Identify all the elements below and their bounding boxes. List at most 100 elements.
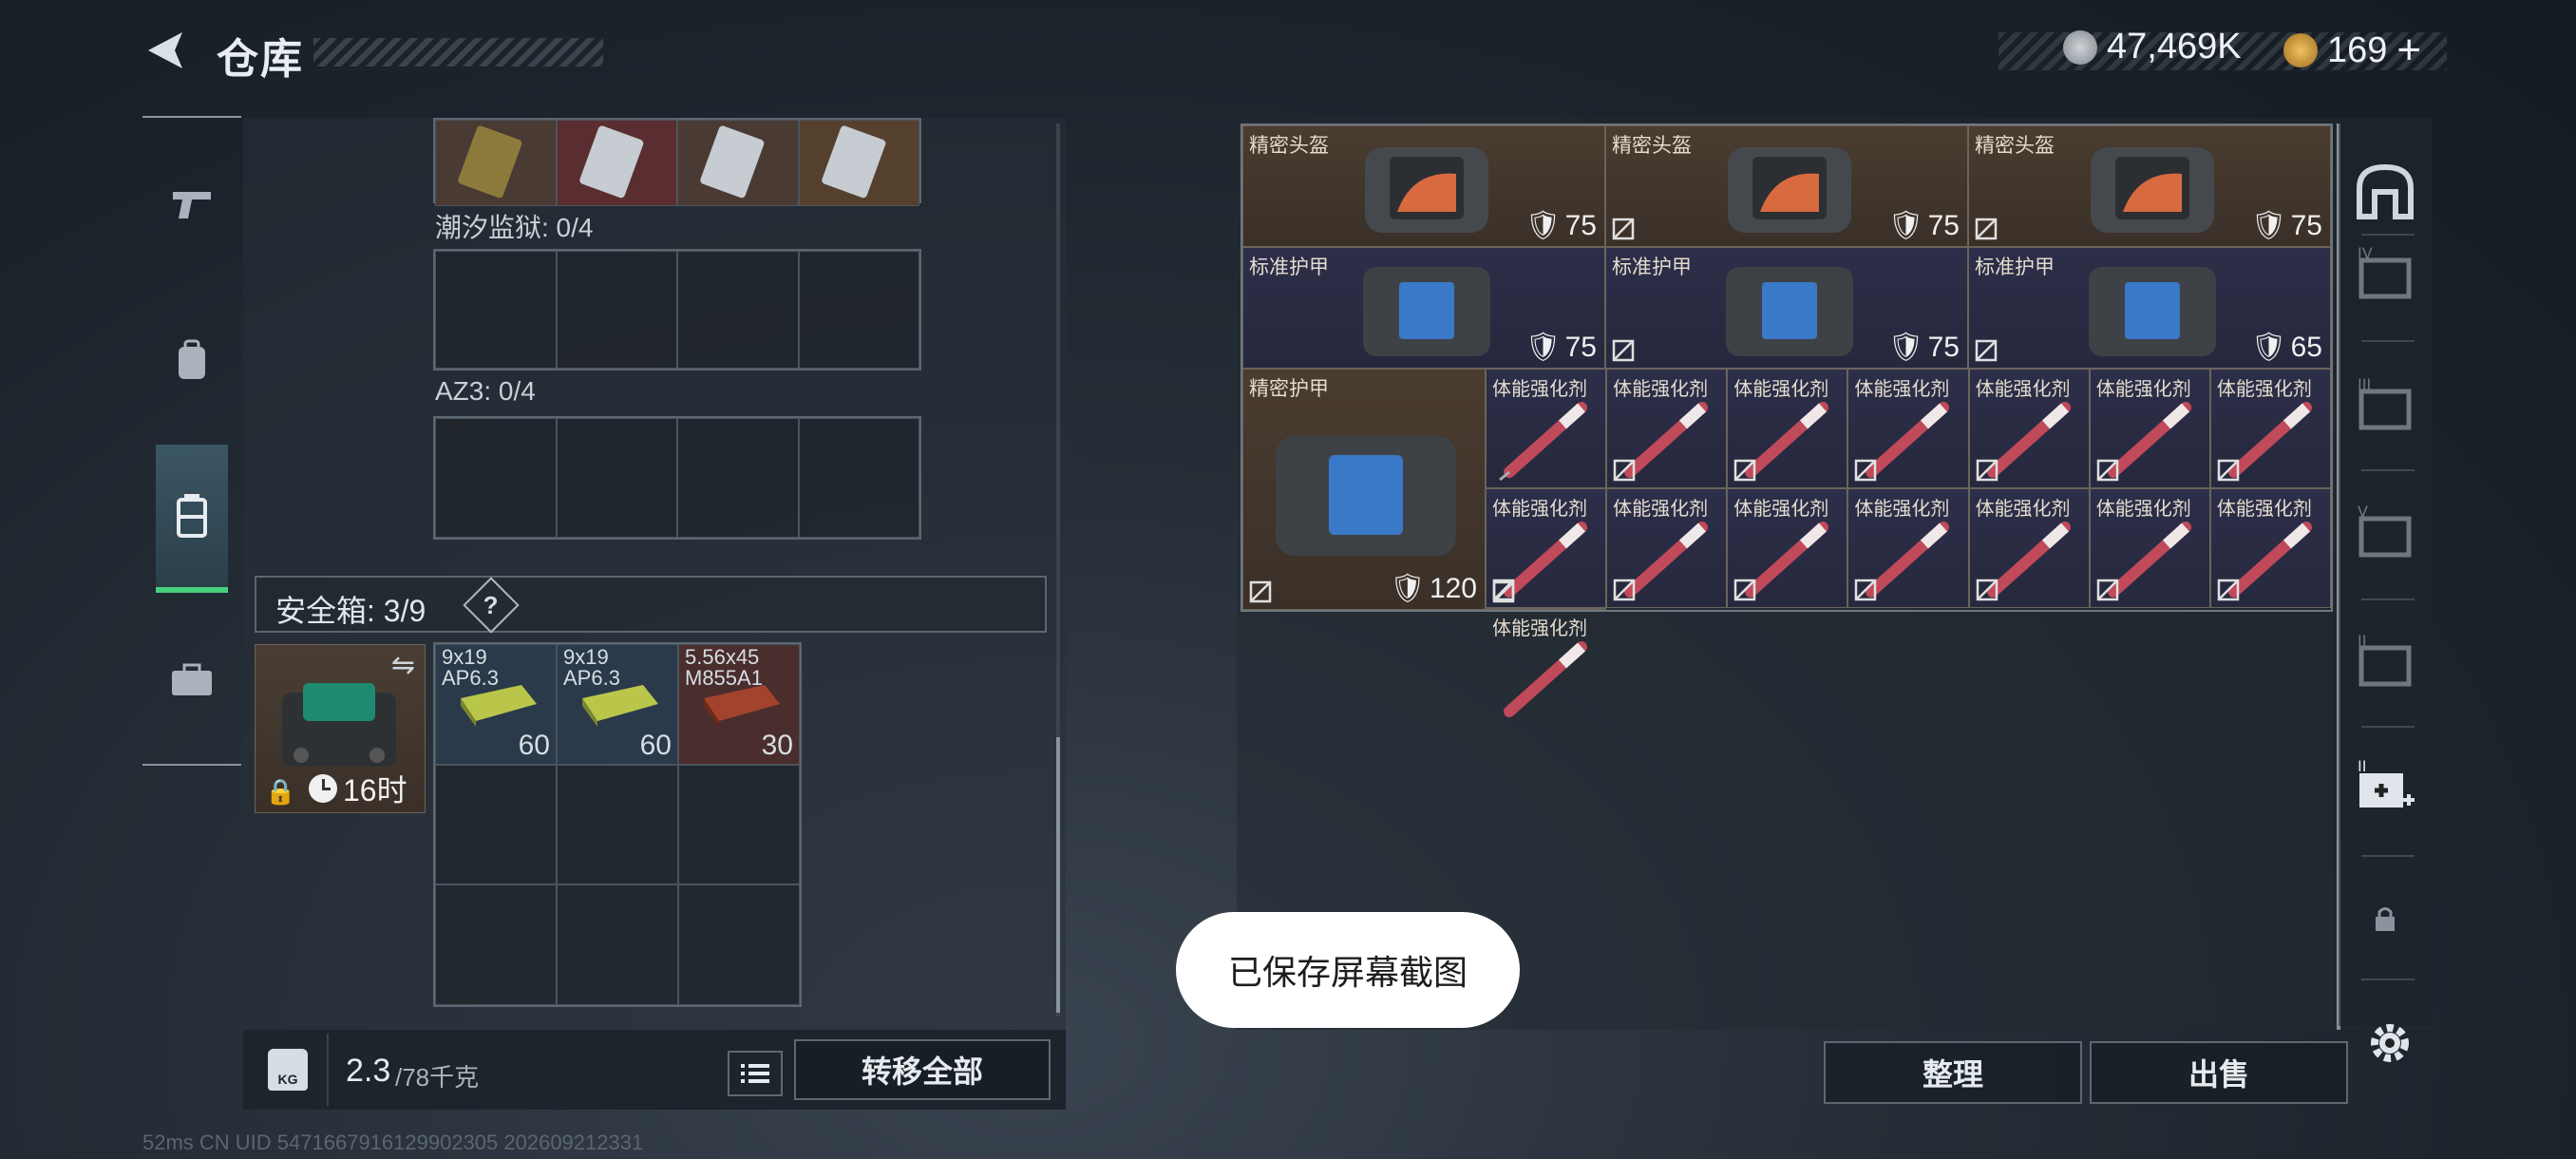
empty-slot[interactable] bbox=[677, 251, 799, 369]
injector-item[interactable]: 体能强化剂 bbox=[2089, 488, 2210, 608]
no-insurance-icon bbox=[1612, 218, 1635, 240]
injector-item[interactable]: 体能强化剂 bbox=[1486, 580, 1607, 717]
nav-toolbox[interactable] bbox=[142, 614, 241, 747]
key-card-item[interactable] bbox=[435, 120, 557, 206]
armor-item[interactable]: 标准护甲 🛡 65 bbox=[1968, 247, 2331, 369]
injector-item[interactable]: 体能强化剂 bbox=[1486, 369, 1607, 488]
injector-item[interactable]: 体能强化剂 bbox=[1968, 369, 2090, 488]
ammo-item[interactable]: 9x19 AP6.3 60 bbox=[557, 644, 678, 765]
storage-case-icon bbox=[177, 494, 207, 538]
divider bbox=[2361, 855, 2415, 857]
help-icon[interactable]: ? bbox=[463, 577, 520, 634]
no-insurance-icon bbox=[1976, 459, 1998, 482]
swap-icon[interactable]: ⇋ bbox=[391, 649, 415, 682]
helmet-item[interactable]: 精密头盔 🛡 75 bbox=[1968, 125, 2331, 247]
body-armor-icon bbox=[1276, 436, 1456, 556]
injector-item[interactable]: 体能强化剂 bbox=[2209, 369, 2331, 488]
scrollbar-thumb[interactable] bbox=[1056, 737, 1060, 1013]
injector-item[interactable]: 体能强化剂 bbox=[1606, 369, 1728, 488]
status-info: 52ms CN UID 5471667916129902305 20260921… bbox=[142, 1130, 644, 1154]
no-insurance-icon bbox=[1975, 218, 1998, 240]
empty-slot[interactable] bbox=[798, 418, 919, 538]
svg-text:IV: IV bbox=[2358, 244, 2373, 262]
syringe-icon bbox=[1499, 402, 1587, 482]
armor-item[interactable]: 标准护甲 🛡 75 bbox=[1242, 247, 1605, 369]
empty-slot[interactable] bbox=[556, 418, 677, 538]
silver-currency: 47,469K bbox=[2063, 27, 2242, 67]
injector-item[interactable]: 体能强化剂 bbox=[1847, 369, 1969, 488]
empty-slot[interactable] bbox=[435, 251, 557, 369]
add-gold-icon[interactable]: + bbox=[2396, 27, 2421, 74]
divider bbox=[2361, 726, 2415, 728]
ammo-box-icon bbox=[461, 685, 537, 727]
divider bbox=[2361, 234, 2415, 236]
key-card-item[interactable] bbox=[677, 120, 799, 206]
stash-home-icon[interactable] bbox=[2354, 160, 2416, 222]
divider bbox=[2361, 469, 2415, 471]
list-view-button[interactable] bbox=[728, 1051, 783, 1096]
empty-slot[interactable] bbox=[798, 251, 919, 369]
armor-item[interactable]: 标准护甲 🛡 75 bbox=[1605, 247, 1968, 369]
empty-slot[interactable] bbox=[557, 764, 678, 885]
backpack-icon bbox=[179, 339, 205, 379]
injector-grid: 体能强化剂 体能强化剂 体能强化剂 体能强化剂 体能强化剂 体能强化剂 体能强化… bbox=[1486, 369, 2331, 717]
no-insurance-icon bbox=[2217, 459, 2240, 482]
helmet-item[interactable]: 精密头盔 🛡 75 bbox=[1242, 125, 1605, 247]
empty-slot[interactable] bbox=[435, 418, 557, 538]
injector-item[interactable]: 体能强化剂 bbox=[1727, 369, 1848, 488]
injector-item[interactable]: 体能强化剂 bbox=[1606, 488, 1728, 608]
injector-item[interactable]: 体能强化剂 bbox=[1968, 488, 2090, 608]
sell-button[interactable]: 出售 bbox=[2090, 1041, 2348, 1104]
no-insurance-icon bbox=[1492, 580, 1515, 603]
stash-page-4-icon[interactable]: IV bbox=[2354, 243, 2416, 306]
add-stash-page-icon[interactable]: II bbox=[2354, 756, 2416, 819]
injector-item[interactable]: 体能强化剂 bbox=[1727, 488, 1848, 608]
empty-slot[interactable] bbox=[435, 884, 557, 1005]
stash-page-2-icon[interactable]: II bbox=[2354, 631, 2416, 694]
empty-slot[interactable] bbox=[678, 884, 800, 1005]
gold-coin-icon bbox=[2283, 33, 2318, 67]
key-card-item[interactable] bbox=[556, 120, 677, 206]
nav-storage-case[interactable] bbox=[156, 445, 228, 593]
empty-slot[interactable] bbox=[678, 764, 800, 885]
page-title: 仓库 bbox=[217, 36, 304, 83]
weight-max: /78千克 bbox=[395, 1063, 480, 1092]
transfer-all-button[interactable]: 转移全部 bbox=[794, 1039, 1051, 1100]
svg-text:III: III bbox=[2358, 375, 2371, 393]
sort-button[interactable]: 整理 bbox=[1824, 1041, 2082, 1104]
safe-box-item[interactable]: ⇋ 🔒 16时 bbox=[255, 644, 426, 813]
container-slots bbox=[433, 249, 921, 370]
body-armor-icon bbox=[2089, 267, 2216, 356]
stash-page-3-icon[interactable]: III bbox=[2354, 374, 2416, 437]
back-arrow-icon[interactable] bbox=[141, 27, 188, 74]
key-card-item[interactable] bbox=[798, 120, 919, 206]
gold-currency[interactable]: 169 + bbox=[2283, 27, 2421, 74]
container-slots bbox=[433, 416, 921, 540]
empty-slot[interactable] bbox=[677, 418, 799, 538]
container-label: 潮汐监狱: 0/4 bbox=[435, 213, 594, 242]
stash-page-5-icon[interactable]: V bbox=[2354, 502, 2416, 564]
weight-bar: KG 2.3 /78千克 转移全部 bbox=[243, 1030, 1066, 1110]
no-insurance-icon bbox=[1976, 579, 1998, 601]
empty-slot[interactable] bbox=[556, 251, 677, 369]
nav-weapon[interactable] bbox=[142, 139, 241, 272]
helmet-item[interactable]: 精密头盔 🛡 75 bbox=[1605, 125, 1968, 247]
empty-slot[interactable] bbox=[557, 884, 678, 1005]
armor-item-large[interactable]: 精密护甲 🛡 120 bbox=[1242, 369, 1486, 610]
nav-backpack[interactable] bbox=[142, 294, 241, 428]
injector-item[interactable]: 体能强化剂 bbox=[1847, 488, 1969, 608]
ammo-item[interactable]: 5.56x45 M855A1 30 bbox=[678, 644, 800, 765]
armor-shield-icon: 🛡 bbox=[2250, 210, 2287, 241]
no-insurance-icon bbox=[2096, 579, 2118, 601]
empty-slot[interactable] bbox=[435, 764, 557, 885]
injector-item[interactable]: 体能强化剂 bbox=[2089, 369, 2210, 488]
injector-item[interactable]: 体能强化剂 bbox=[2209, 488, 2331, 608]
key-card-icon bbox=[821, 125, 885, 199]
divider bbox=[327, 1034, 329, 1106]
lock-icon: 🔒 bbox=[265, 777, 296, 806]
helmet-icon bbox=[2091, 147, 2214, 233]
armor-shield-icon: 🛡 bbox=[1525, 332, 1562, 363]
ammo-item[interactable]: 9x19 AP6.3 60 bbox=[435, 644, 557, 765]
key-card-icon bbox=[458, 125, 522, 199]
settings-gear-icon[interactable] bbox=[2365, 1018, 2415, 1068]
